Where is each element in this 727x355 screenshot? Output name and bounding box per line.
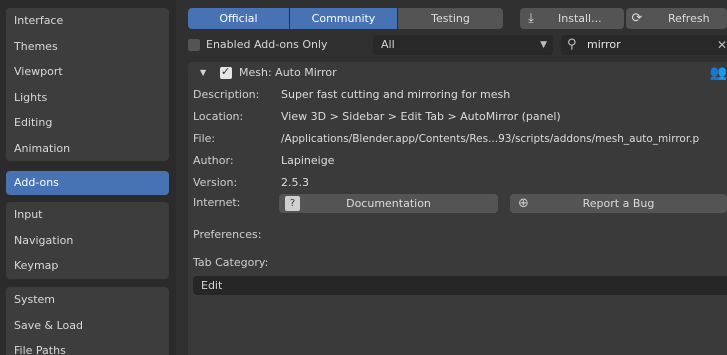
location-label: Location: [193, 110, 244, 123]
sidebar-item-system[interactable]: System [6, 287, 169, 313]
enabled-only-checkbox[interactable] [188, 39, 200, 51]
tab-category-row: Tab Category: [193, 252, 393, 274]
version-label: Version: [193, 176, 238, 189]
category-dropdown[interactable]: All ▼ [373, 35, 553, 55]
tab-official[interactable]: Official [188, 8, 290, 29]
tab-testing[interactable]: Testing [398, 8, 503, 29]
addon-enable-checkbox[interactable] [220, 65, 232, 79]
sidebar-item-input[interactable]: Input [6, 202, 169, 228]
sidebar-item-keymap[interactable]: Keymap [6, 253, 169, 279]
report-bug-button[interactable]: ⊕ Report a Bug [510, 194, 727, 213]
sidebar-item-interface[interactable]: Interface [6, 8, 169, 34]
community-user-icon: 👥 [709, 65, 727, 81]
download-icon: ⤓ [528, 11, 534, 26]
location-row: Location: View 3D > Sidebar > Edit Tab >… [193, 106, 723, 128]
enabled-only-label: Enabled Add-ons Only [206, 38, 328, 51]
search-value: mirror [587, 38, 621, 51]
description-value: Super fast cutting and mirroring for mes… [281, 88, 511, 101]
install-label: Install... [558, 12, 602, 25]
refresh-icon: ⟳ [631, 11, 643, 26]
addon-title: Mesh: Auto Mirror [239, 66, 337, 79]
refresh-label: Refresh [668, 12, 710, 25]
documentation-button[interactable]: ? Documentation [279, 194, 498, 213]
version-row: Version: 2.5.3 [193, 172, 723, 194]
tab-community[interactable]: Community [290, 8, 398, 29]
sidebar-item-addons[interactable]: Add-ons [6, 171, 169, 195]
search-icon: ⚲ [567, 37, 577, 52]
sidebar-item-navigation[interactable]: Navigation [6, 228, 169, 254]
addons-main-area: Official Community Testing ⤓ Install... … [176, 0, 727, 355]
author-value: Lapineige [281, 154, 335, 167]
preferences-row: Preferences: [193, 224, 393, 246]
tab-category-label: Tab Category: [193, 256, 269, 269]
sidebar-item-themes[interactable]: Themes [6, 34, 169, 60]
tab-category-value: Edit [201, 279, 223, 292]
file-label: File: [193, 132, 216, 145]
tab-category-field[interactable]: Edit [193, 276, 727, 295]
author-label: Author: [193, 154, 234, 167]
description-label: Description: [193, 88, 260, 101]
version-value: 2.5.3 [281, 176, 309, 189]
preferences-sidebar: Interface Themes Viewport Lights Editing… [0, 0, 176, 355]
search-input[interactable]: ⚲ mirror ✕ [561, 35, 727, 55]
clear-search-icon[interactable]: ✕ [717, 35, 727, 55]
preferences-label: Preferences: [193, 228, 262, 241]
file-value: /Applications/Blender.app/Contents/Res..… [281, 133, 700, 145]
description-row: Description: Super fast cutting and mirr… [193, 84, 723, 106]
category-value: All [381, 38, 395, 51]
author-row: Author: Lapineige [193, 150, 723, 172]
internet-row: Internet: [193, 192, 283, 214]
addon-header[interactable]: ▼ Mesh: Auto Mirror 👥 [188, 62, 727, 84]
internet-label: Internet: [193, 196, 241, 209]
install-button[interactable]: ⤓ Install... [520, 8, 624, 29]
sidebar-item-animation[interactable]: Animation [6, 136, 169, 162]
enabled-only-filter[interactable]: Enabled Add-ons Only [188, 35, 368, 55]
sidebar-item-save-load[interactable]: Save & Load [6, 313, 169, 339]
sidebar-item-file-paths[interactable]: File Paths [6, 338, 169, 355]
expand-triangle-icon[interactable]: ▼ [200, 68, 206, 77]
report-bug-label: Report a Bug [582, 197, 655, 210]
sidebar-item-editing[interactable]: Editing [6, 110, 169, 136]
refresh-button[interactable]: ⟳ Refresh [626, 8, 727, 29]
sidebar-item-viewport[interactable]: Viewport [6, 59, 169, 85]
documentation-label: Documentation [346, 197, 431, 210]
file-row: File: /Applications/Blender.app/Contents… [193, 128, 723, 150]
location-value: View 3D > Sidebar > Edit Tab > AutoMirro… [281, 110, 561, 123]
sidebar-item-lights[interactable]: Lights [6, 85, 169, 111]
sidebar-group-system: System Save & Load File Paths [6, 287, 169, 355]
addon-panel: ▼ Mesh: Auto Mirror 👥 Description: Super… [188, 62, 727, 355]
sidebar-group-input: Input Navigation Keymap [6, 202, 169, 279]
chevron-down-icon: ▼ [540, 40, 547, 50]
sidebar-group-display: Interface Themes Viewport Lights Editing… [6, 8, 169, 161]
